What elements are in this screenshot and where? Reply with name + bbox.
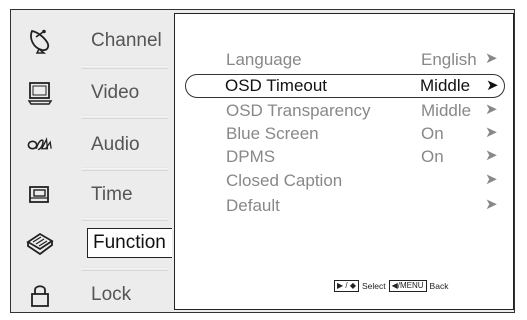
key-hint-bar: ▶ / ◆ Select ◀/MENU Back xyxy=(334,278,448,294)
arrow-right-icon: ➤ xyxy=(485,50,498,67)
menu-item-closed-caption[interactable]: Closed Caption ➤ xyxy=(185,169,505,193)
osd-menu: Channel Video Audio Time Function Lock L… xyxy=(10,9,515,313)
sidebar-item-audio[interactable]: Audio xyxy=(11,120,174,170)
arrow-right-icon: ➤ xyxy=(485,196,498,213)
sidebar-item-label: Function xyxy=(87,228,172,258)
menu-item-value: On xyxy=(421,147,444,166)
menu-item-value: On xyxy=(421,124,444,143)
arrow-right-icon: ➤ xyxy=(486,77,499,94)
sidebar-item-function[interactable]: Function xyxy=(11,218,174,268)
menu-item-language[interactable]: Language English ➤ xyxy=(185,48,505,72)
sidebar-item-label: Video xyxy=(91,82,140,103)
sidebar-item-label: Channel xyxy=(91,30,162,51)
arrow-right-icon: ➤ xyxy=(485,147,498,164)
sidebar-item-video[interactable]: Video xyxy=(11,68,174,118)
function-settings-panel: Language English ➤ OSD Timeout Middle ➤ … xyxy=(174,13,514,310)
menu-item-default[interactable]: Default ➤ xyxy=(185,194,505,218)
menu-item-dpms[interactable]: DPMS On ➤ xyxy=(185,145,505,169)
menu-item-label: OSD Transparency xyxy=(226,101,371,120)
select-keys-icon: ▶ / ◆ xyxy=(334,280,359,292)
sidebar-item-label: Audio xyxy=(91,134,140,155)
sidebar-item-label: Time xyxy=(91,184,133,205)
menu-item-osd-timeout[interactable]: OSD Timeout Middle ➤ xyxy=(185,74,505,98)
sidebar: Channel Video Audio Time Function Lock xyxy=(11,10,174,312)
menu-item-label: DPMS xyxy=(226,147,276,166)
sidebar-item-time[interactable]: Time xyxy=(11,170,174,220)
menu-item-blue-screen[interactable]: Blue Screen On ➤ xyxy=(185,122,505,146)
back-keys-icon: ◀/MENU xyxy=(388,280,427,292)
menu-item-value: Middle xyxy=(421,101,472,120)
select-hint: Select xyxy=(361,281,386,291)
arrow-right-icon: ➤ xyxy=(485,101,498,118)
audio-icon xyxy=(27,132,53,158)
menu-item-label: OSD Timeout xyxy=(225,76,328,95)
arrow-right-icon: ➤ xyxy=(485,124,498,141)
sidebar-item-label: Lock xyxy=(91,284,132,305)
menu-item-label: Closed Caption xyxy=(226,171,343,190)
arrow-right-icon: ➤ xyxy=(485,171,498,188)
menu-item-label: Language xyxy=(226,50,302,69)
sidebar-item-channel[interactable]: Channel xyxy=(11,16,174,66)
menu-item-value: Middle xyxy=(420,76,471,95)
divider xyxy=(81,115,169,119)
time-icon xyxy=(27,182,53,208)
monitor-icon xyxy=(27,80,53,106)
menu-item-label: Blue Screen xyxy=(226,124,319,143)
function-icon xyxy=(25,230,55,256)
menu-item-value: English xyxy=(421,50,477,69)
satellite-dish-icon xyxy=(27,28,53,54)
menu-item-label: Default xyxy=(226,196,280,215)
sidebar-item-lock[interactable]: Lock xyxy=(11,270,174,320)
lock-icon xyxy=(27,282,53,308)
back-hint: Back xyxy=(429,281,449,291)
menu-item-osd-transparency[interactable]: OSD Transparency Middle ➤ xyxy=(185,99,505,123)
